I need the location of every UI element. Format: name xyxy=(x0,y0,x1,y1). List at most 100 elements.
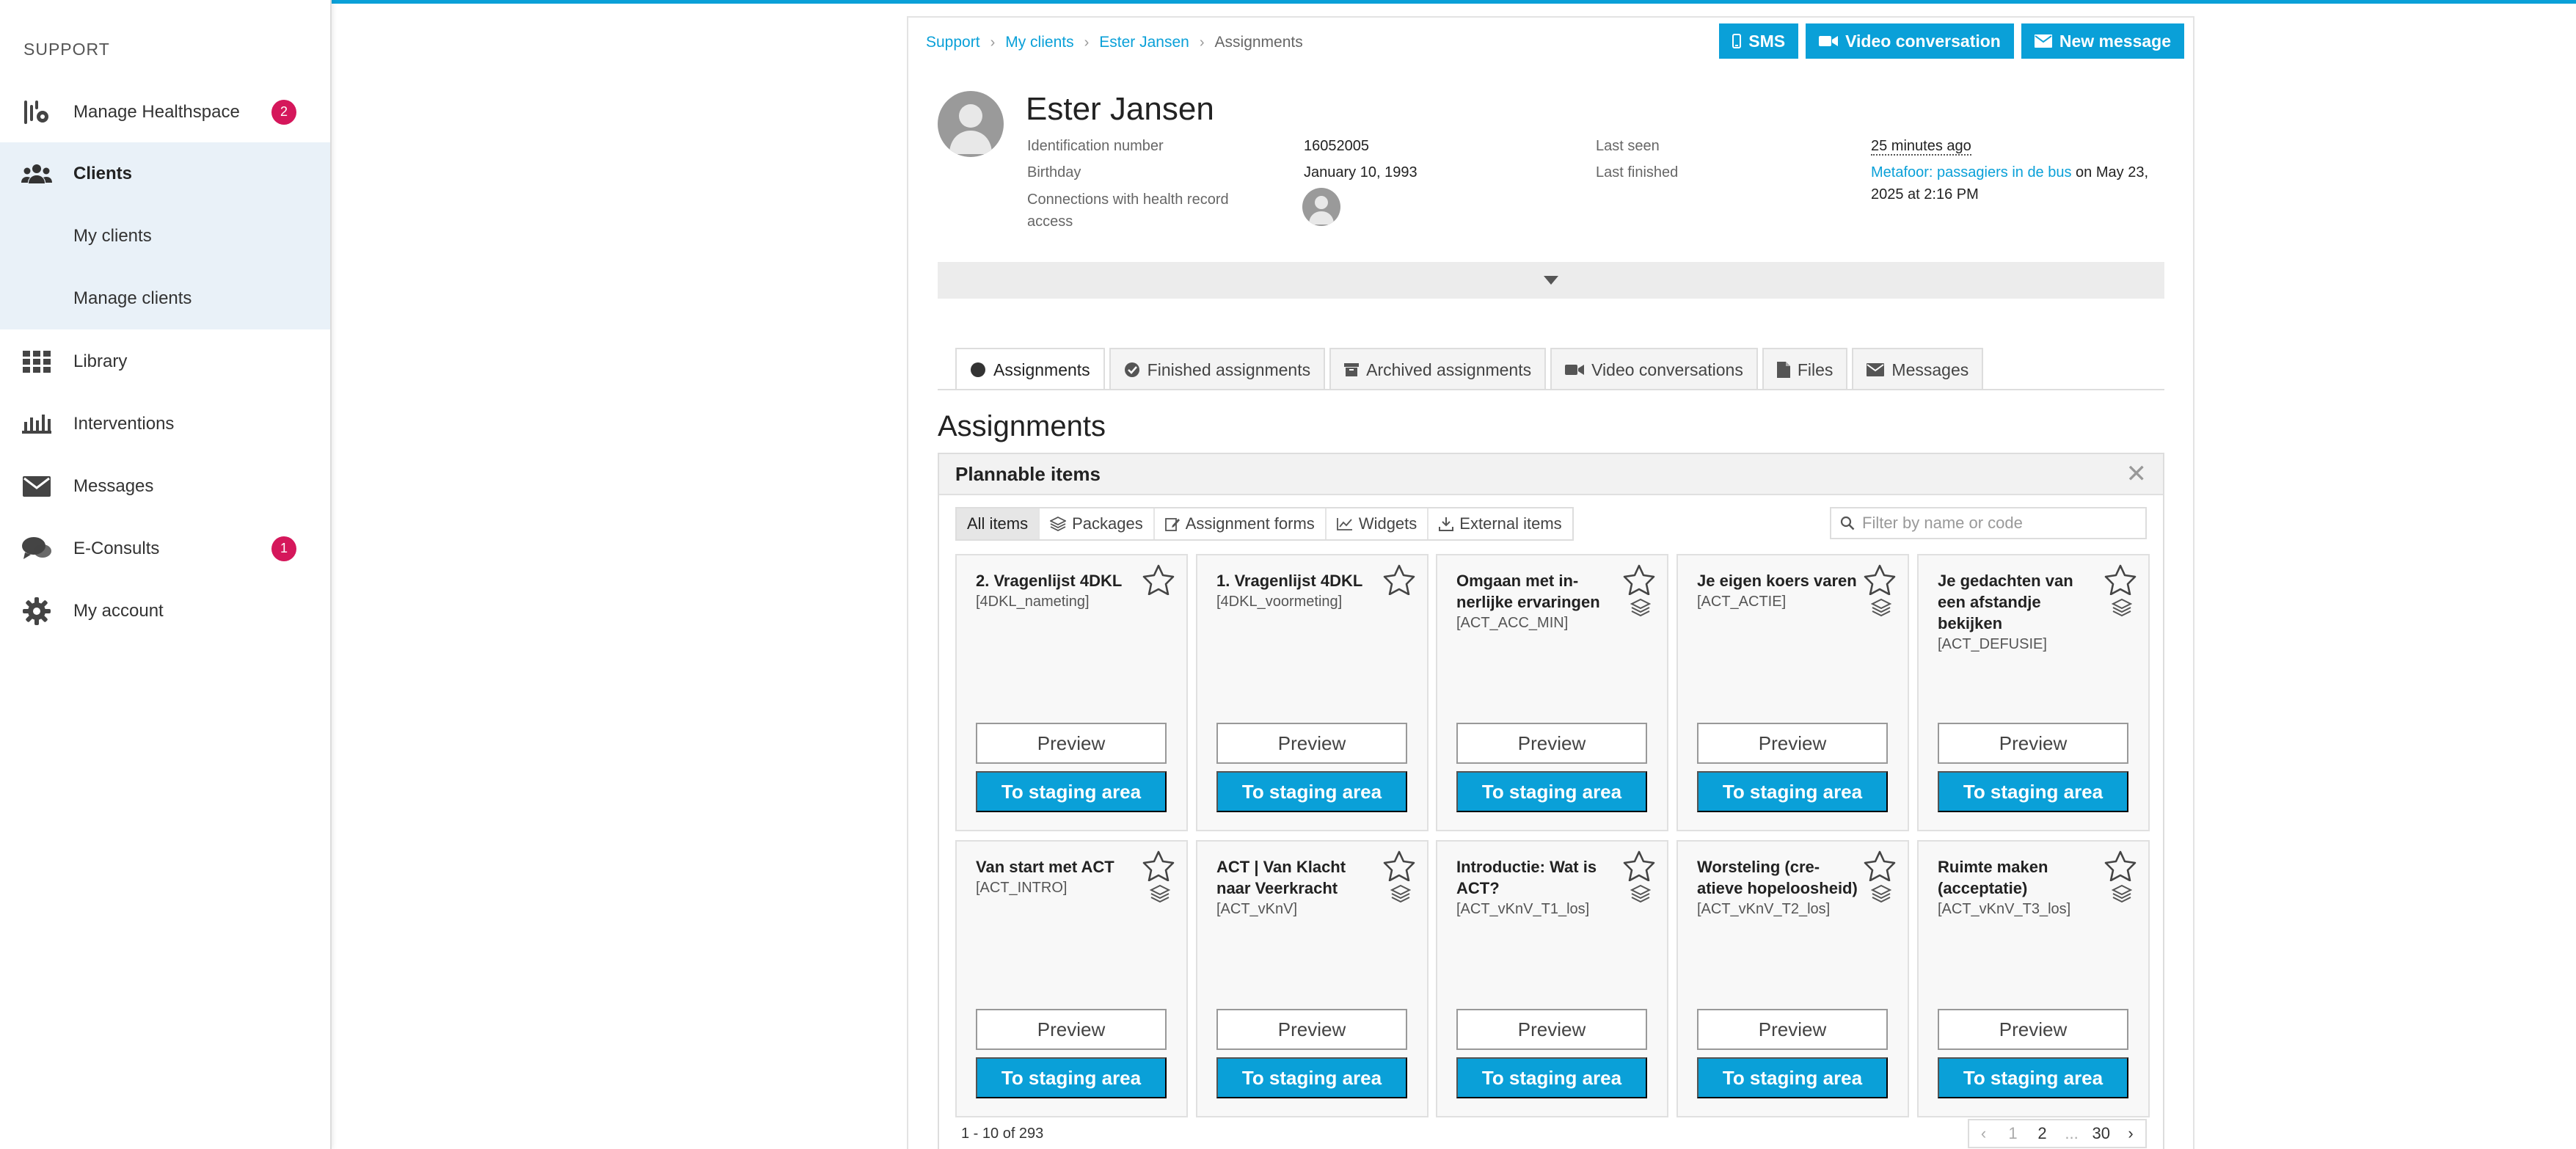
star-icon[interactable] xyxy=(1383,564,1415,599)
page-1[interactable]: 1 xyxy=(1999,1120,2028,1147)
filter-packages[interactable]: Packages xyxy=(1040,508,1155,539)
staging-label: To staging area xyxy=(1481,1066,1622,1089)
item-title: Omgaan met in­nerlijke ervaringen xyxy=(1456,572,1600,611)
layers-icon xyxy=(1870,884,1892,908)
sidebar-item-messages[interactable]: Messages xyxy=(0,455,330,517)
tab-video-conversations[interactable]: Video conversations xyxy=(1550,348,1758,390)
item-card: Van start met ACT [ACT_INTRO] Preview To st… xyxy=(955,840,1188,1117)
filter-all-items[interactable]: All items xyxy=(957,508,1040,539)
preview-button[interactable]: Preview xyxy=(976,1009,1167,1050)
notification-badge: 1 xyxy=(271,536,296,561)
staging-label: To staging area xyxy=(1963,780,2104,803)
last-seen-value: 25 minutes ago xyxy=(1871,135,1971,157)
prev-page-icon[interactable]: ‹ xyxy=(1969,1120,1999,1147)
item-code: [ACT_vKnV_T1_los] xyxy=(1456,901,1590,917)
star-icon[interactable] xyxy=(1142,850,1175,885)
item-card: Ruimte maken (acceptatie) [ACT_vKnV_T3_lo… xyxy=(1917,840,2150,1117)
sidebar-item-my-account[interactable]: My account xyxy=(0,580,330,642)
grid-icon xyxy=(0,350,73,373)
users-icon xyxy=(0,163,73,185)
item-title: 2. Vragenlijst 4DKL xyxy=(976,572,1123,590)
star-icon[interactable] xyxy=(2104,564,2137,599)
filter-widgets[interactable]: Widgets xyxy=(1326,508,1429,539)
star-icon[interactable] xyxy=(1623,850,1655,885)
envelope-icon xyxy=(2034,34,2052,48)
interventions-icon xyxy=(0,413,73,435)
tab-finished-assignments[interactable]: Finished assignments xyxy=(1109,348,1326,390)
tab-label: Messages xyxy=(1891,360,1969,379)
item-card: Worsteling (cre­atieve hopeloosheid) [ACT… xyxy=(1676,840,1909,1117)
star-icon[interactable] xyxy=(2104,850,2137,885)
staging-area-button[interactable]: To staging area xyxy=(1456,771,1647,812)
staging-area-button[interactable]: To staging area xyxy=(1216,771,1407,812)
item-title: Je gedachten van een afstand­je bekijken xyxy=(1938,572,2073,632)
connection-avatar[interactable] xyxy=(1302,188,1340,226)
tab-label: Archived assignments xyxy=(1366,360,1532,379)
preview-button[interactable]: Preview xyxy=(1938,1009,2128,1050)
star-icon[interactable] xyxy=(1383,850,1415,885)
item-card-title: Van start met ACT [ACT_INTRO] xyxy=(976,856,1137,898)
preview-button[interactable]: Preview xyxy=(1216,1009,1407,1050)
video-conversation-button[interactable]: Video conversation xyxy=(1806,23,2014,59)
next-page-icon[interactable]: › xyxy=(2116,1120,2145,1147)
staging-area-button[interactable]: To staging area xyxy=(1216,1057,1407,1098)
preview-button[interactable]: Preview xyxy=(1697,1009,1888,1050)
preview-label: Preview xyxy=(1517,1018,1586,1040)
breadcrumb-my-clients[interactable]: My clients xyxy=(1005,34,1073,51)
client-name: Ester Jansen xyxy=(1026,91,1214,127)
filter-external-items[interactable]: External items xyxy=(1429,508,1572,539)
sidebar: SUPPORT Manage Healthspace 2 Clients My … xyxy=(0,0,332,1149)
sidebar-item-label: Interventions xyxy=(73,413,175,434)
staging-area-button[interactable]: To staging area xyxy=(976,1057,1167,1098)
preview-button[interactable]: Preview xyxy=(1456,723,1647,764)
page-30[interactable]: 30 xyxy=(2087,1120,2116,1147)
preview-button[interactable]: Preview xyxy=(1697,723,1888,764)
staging-area-button[interactable]: To staging area xyxy=(1697,1057,1888,1098)
preview-button[interactable]: Preview xyxy=(1216,723,1407,764)
sidebar-item-interventions[interactable]: Interventions xyxy=(0,393,330,455)
breadcrumb-client[interactable]: Ester Jansen xyxy=(1099,34,1189,51)
last-finished-link[interactable]: Metafoor: passagiers in de bus xyxy=(1871,164,2072,180)
tabs-divider xyxy=(938,389,2164,390)
staging-area-button[interactable]: To staging area xyxy=(976,771,1167,812)
star-icon[interactable] xyxy=(1864,850,1896,885)
star-icon[interactable] xyxy=(1623,564,1655,599)
sms-button[interactable]: SMS xyxy=(1719,23,1799,59)
new-message-label: New message xyxy=(2059,31,2171,51)
tab-assignments[interactable]: Assignments xyxy=(955,348,1105,390)
staging-area-button[interactable]: To staging area xyxy=(1697,771,1888,812)
filter-search-input[interactable]: Filter by name or code xyxy=(1830,507,2147,539)
tab-archived-assignments[interactable]: Archived assignments xyxy=(1329,348,1547,390)
staging-area-button[interactable]: To staging area xyxy=(1938,1057,2128,1098)
breadcrumb-support[interactable]: Support xyxy=(926,34,980,51)
preview-button[interactable]: Preview xyxy=(1938,723,2128,764)
sidebar-item-my-clients[interactable]: My clients xyxy=(0,205,330,267)
page-2[interactable]: 2 xyxy=(2028,1120,2057,1147)
sidebar-item-label: Messages xyxy=(73,475,154,496)
expand-details-bar[interactable] xyxy=(938,262,2164,299)
sidebar-item-manage-clients[interactable]: Manage clients xyxy=(0,267,330,329)
sidebar-item-label: Manage Healthspace xyxy=(73,101,240,122)
tab-messages[interactable]: Messages xyxy=(1852,348,1984,390)
chevron-right-icon: › xyxy=(1084,34,1090,51)
star-icon[interactable] xyxy=(1864,564,1896,599)
layers-icon xyxy=(1390,884,1412,908)
preview-label: Preview xyxy=(1277,732,1346,754)
staging-area-button[interactable]: To staging area xyxy=(1456,1057,1647,1098)
close-icon[interactable]: ✕ xyxy=(2126,459,2148,489)
sidebar-item-library[interactable]: Library xyxy=(0,330,330,393)
item-title: Introductie: Wat is ACT? xyxy=(1456,858,1597,897)
tab-files[interactable]: Files xyxy=(1762,348,1848,390)
birthday-label: Birthday xyxy=(1027,164,1081,180)
staging-area-button[interactable]: To staging area xyxy=(1938,771,2128,812)
sidebar-item-e-consults[interactable]: E-Consults 1 xyxy=(0,517,330,580)
preview-button[interactable]: Preview xyxy=(976,723,1167,764)
star-icon[interactable] xyxy=(1142,564,1175,599)
chevron-right-icon: › xyxy=(1199,34,1205,51)
sidebar-item-manage-healthspace[interactable]: Manage Healthspace 2 xyxy=(0,81,330,143)
filter-assignment-forms[interactable]: Assignment forms xyxy=(1154,508,1327,539)
new-message-button[interactable]: New message xyxy=(2021,23,2184,59)
preview-button[interactable]: Preview xyxy=(1456,1009,1647,1050)
breadcrumb-current: Assignments xyxy=(1214,34,1303,51)
sidebar-item-clients[interactable]: Clients xyxy=(0,142,330,205)
